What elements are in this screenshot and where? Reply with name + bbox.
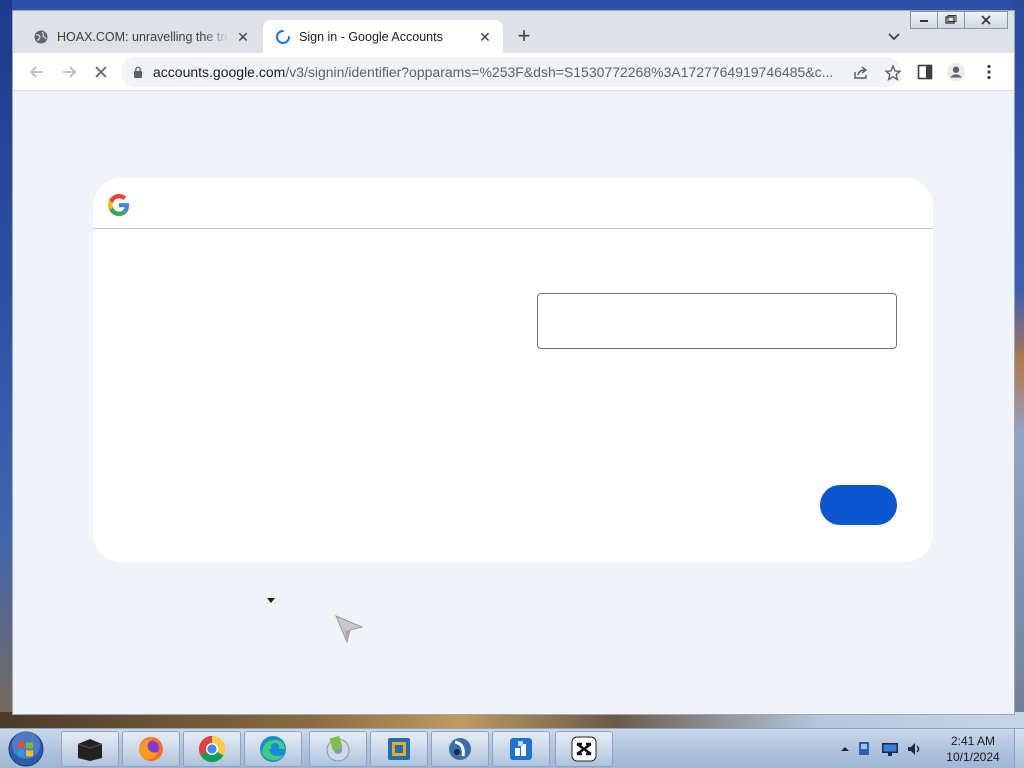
share-icon [854, 66, 868, 79]
new-tab-button[interactable]: + [513, 25, 535, 47]
system-tray [840, 735, 924, 763]
clock-date: 10/1/2024 [946, 750, 1000, 764]
close-icon [981, 15, 991, 25]
close-window-button[interactable] [964, 11, 1008, 29]
forward-button[interactable] [59, 62, 79, 82]
media-icon [326, 735, 350, 762]
minimize-icon [920, 20, 928, 22]
chevron-down-icon[interactable] [885, 27, 903, 45]
installer-icon [510, 738, 532, 760]
network-device-icon[interactable] [856, 740, 874, 758]
menu-button[interactable] [979, 62, 999, 82]
signin-card [93, 178, 933, 562]
close-tab-icon[interactable]: ✕ [235, 29, 251, 45]
share-button[interactable] [852, 64, 870, 82]
globe-icon [34, 30, 48, 43]
start-button[interactable] [4, 730, 48, 768]
tab-title: HOAX.COM: unravelling the truth [57, 29, 229, 44]
forward-arrow-icon [63, 66, 77, 78]
google-g-logo [108, 194, 130, 216]
taskbar-app-installer[interactable] [492, 731, 550, 767]
side-panel-icon [917, 64, 933, 80]
maximize-button[interactable] [937, 11, 965, 29]
desktop-left-edge [0, 0, 12, 728]
card-header [93, 178, 933, 229]
show-desktop-button[interactable] [1014, 729, 1024, 768]
avatar-icon [946, 62, 966, 82]
language-dropdown-caret-icon[interactable] [267, 598, 275, 603]
tab-title: Sign in - Google Accounts [299, 29, 443, 44]
taskbar-app-chrome[interactable] [183, 731, 241, 767]
email-field[interactable] [537, 293, 897, 349]
taskbar-app-tool[interactable] [431, 731, 489, 767]
window-controls [910, 11, 1008, 29]
taskbar-clock[interactable]: 2:41 AM 10/1/2024 [938, 733, 1008, 765]
next-button[interactable] [820, 485, 897, 525]
back-button[interactable] [27, 62, 47, 82]
url-path: /v3/signin/identifier?opparams=%253F&dsh… [285, 64, 834, 80]
windows-start-icon [8, 731, 44, 767]
minimize-button[interactable] [910, 11, 938, 29]
clock-time: 2:41 AM [950, 734, 996, 748]
url-text: accounts.google.com/v3/signin/identifier… [153, 64, 843, 80]
taskbar-app-media[interactable] [309, 731, 367, 767]
tab-google-signin[interactable]: Sign in - Google Accounts ✕ [263, 20, 503, 53]
capcut-icon [571, 736, 597, 762]
side-panel-button[interactable] [915, 62, 935, 82]
lock-icon [134, 66, 142, 78]
taskbar: 2:41 AM 10/1/2024 [0, 728, 1024, 768]
show-hidden-icons-icon[interactable] [840, 744, 850, 754]
browser-window: HOAX.COM: unravelling the truth ✕ Sign i… [12, 10, 1015, 715]
chrome-icon [198, 735, 226, 763]
restore-icon [945, 15, 957, 24]
app-icon [449, 738, 471, 760]
mouse-cursor-icon [335, 615, 364, 644]
tab-hoax[interactable]: HOAX.COM: unravelling the truth ✕ [21, 20, 261, 53]
tab-strip: HOAX.COM: unravelling the truth ✕ Sign i… [13, 11, 1014, 53]
close-tab-icon[interactable]: ✕ [477, 29, 493, 45]
taskbar-app-edge[interactable] [244, 731, 302, 767]
taskbar-app-virtualbox[interactable] [370, 731, 428, 767]
taskbar-app-capcut[interactable] [555, 731, 613, 767]
blackbox-icon [77, 739, 103, 761]
firefox-icon [139, 737, 163, 761]
taskbar-app-blackbox[interactable] [61, 731, 119, 767]
url-host: accounts.google.com [153, 64, 286, 80]
taskbar-app-firefox[interactable] [122, 731, 180, 767]
address-bar[interactable]: accounts.google.com/v3/signin/identifier… [121, 57, 902, 87]
stop-loading-button[interactable] [91, 62, 111, 82]
bookmark-button[interactable] [884, 64, 902, 82]
volume-icon[interactable] [906, 740, 924, 758]
edge-icon [260, 736, 286, 762]
back-arrow-icon [29, 66, 43, 78]
more-vert-icon [987, 64, 991, 80]
page-content [13, 92, 1014, 714]
monitor-icon[interactable] [880, 740, 900, 758]
loading-spinner-icon [276, 29, 290, 44]
browser-toolbar: accounts.google.com/v3/signin/identifier… [13, 53, 1014, 91]
star-icon [884, 64, 902, 81]
stop-icon [95, 66, 107, 78]
virtualbox-icon [388, 738, 410, 760]
profile-button[interactable] [946, 62, 966, 82]
